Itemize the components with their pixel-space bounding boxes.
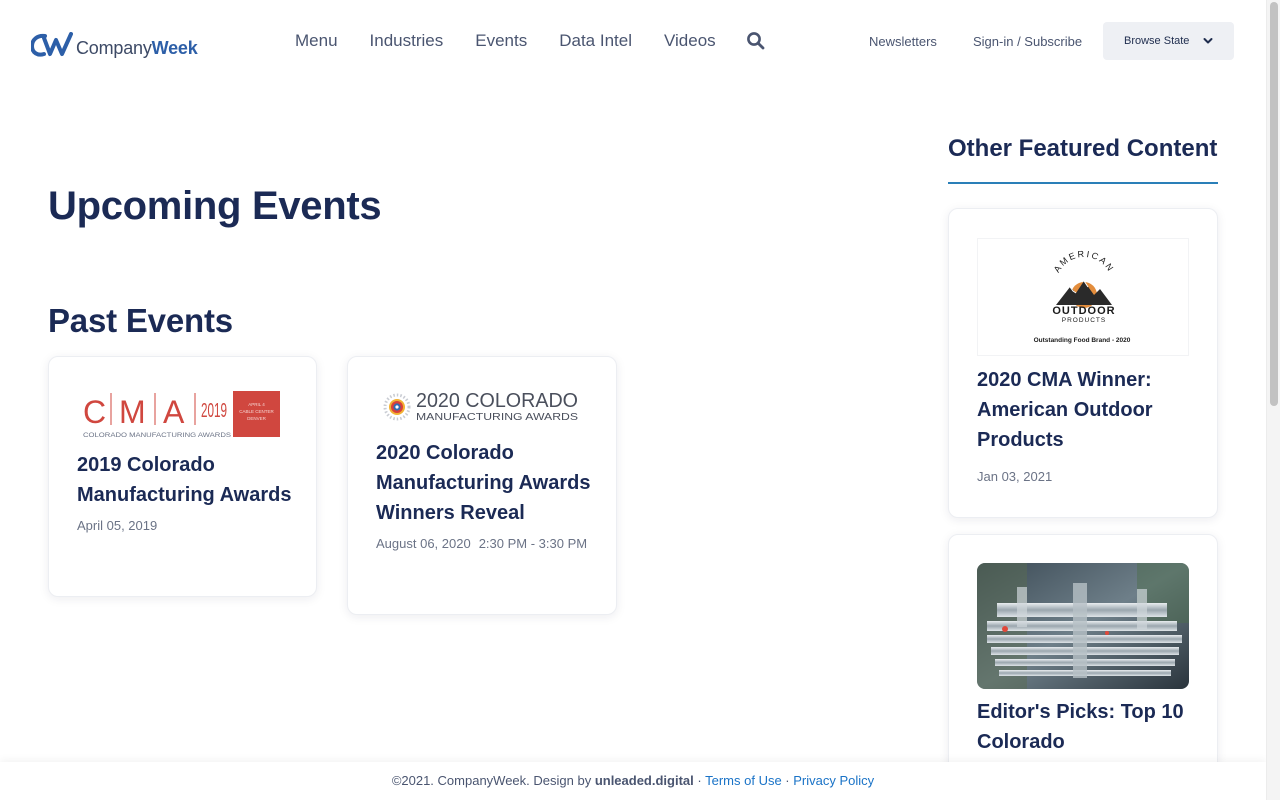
terms-of-use-link[interactable]: Terms of Use: [705, 773, 782, 788]
footer-copyright: ©2021. CompanyWeek. Design by: [391, 773, 595, 788]
cma-2020-logo: 2020 COLORADO MANUFACTURING AWARDS: [380, 387, 586, 427]
featured-image[interactable]: AMERICAN OUTDOOR PRODUCTS Outstanding Fo…: [977, 238, 1189, 356]
featured-card[interactable]: Editor's Picks: Top 10 Colorado: [948, 534, 1218, 800]
page-scrollbar[interactable]: [1266, 0, 1280, 800]
newsletters-link[interactable]: Newsletters: [869, 34, 937, 49]
event-card[interactable]: C M A 2019 APRIL 4 CABLE CENTER DENVER C…: [48, 356, 317, 597]
cma-year: 2019: [201, 400, 227, 422]
cma-box-line: CABLE CENTER: [239, 409, 274, 414]
cma-2020-line2: MANUFACTURING AWARDS: [416, 412, 578, 423]
browse-state-label: Browse State: [1124, 35, 1190, 47]
sidebar-divider: [948, 182, 1218, 184]
featured-title[interactable]: 2020 CMA Winner: American Outdoor Produc…: [977, 365, 1197, 455]
event-time: 2:30 PM - 3:30 PM: [478, 536, 588, 551]
cma-letter-a: A: [163, 394, 185, 430]
cma-2020-line1: 2020 COLORADO: [416, 390, 578, 412]
featured-title[interactable]: Editor's Picks: Top 10 Colorado: [977, 697, 1197, 757]
site-logo[interactable]: CompanyWeek: [31, 28, 198, 58]
search-icon[interactable]: [746, 31, 766, 51]
browse-state-dropdown[interactable]: Browse State: [1103, 22, 1234, 60]
upcoming-events-heading: Upcoming Events: [48, 184, 382, 228]
american-outdoor-logo: AMERICAN OUTDOOR PRODUCTS Outstanding Fo…: [1034, 249, 1131, 344]
event-title[interactable]: 2020 Colorado Manufacturing Awards Winne…: [376, 438, 596, 528]
privacy-policy-link[interactable]: Privacy Policy: [793, 773, 874, 788]
site-footer: ©2021. CompanyWeek. Design by unleaded.d…: [0, 762, 1266, 800]
nav-industries[interactable]: Industries: [370, 30, 444, 52]
logo-arc-text: AMERICAN: [1052, 249, 1117, 274]
nav-data-intel[interactable]: Data Intel: [559, 30, 632, 52]
logo-caption: Outstanding Food Brand - 2020: [1034, 337, 1131, 344]
event-date: April 05, 2019: [77, 518, 158, 533]
cw-logo-mark-icon: [31, 32, 73, 57]
cma-2019-logo: C M A 2019 APRIL 4 CABLE CENTER DENVER C…: [77, 387, 289, 439]
cma-letter-c: C: [83, 394, 106, 430]
logo-word-2: PRODUCTS: [1062, 317, 1106, 324]
nav-events[interactable]: Events: [475, 30, 527, 52]
footer-separator: ·: [781, 773, 794, 788]
cma-caption: COLORADO MANUFACTURING AWARDS: [83, 432, 232, 439]
event-title[interactable]: 2019 Colorado Manufacturing Awards: [77, 450, 292, 510]
machining-photo: [977, 563, 1189, 689]
cma-2020-logo-graphic: 2020 COLORADO MANUFACTURING AWARDS: [383, 390, 578, 423]
signin-subscribe-link[interactable]: Sign-in / Subscribe: [973, 34, 1082, 49]
chevron-down-icon: [1203, 38, 1213, 44]
past-events-heading: Past Events: [48, 302, 233, 339]
featured-card[interactable]: AMERICAN OUTDOOR PRODUCTS Outstanding Fo…: [948, 208, 1218, 518]
nav-videos[interactable]: Videos: [664, 30, 716, 52]
site-header: CompanyWeek Menu Industries Events Data …: [0, 0, 1266, 84]
featured-date: Jan 03, 2021: [977, 469, 1053, 484]
nav-menu[interactable]: Menu: [295, 30, 338, 52]
logo-text: CompanyWeek: [76, 38, 198, 58]
event-date: August 06, 2020 2:30 PM - 3:30 PM: [376, 536, 588, 551]
cma-2019-logo-graphic: C M A 2019 APRIL 4 CABLE CENTER DENVER C…: [83, 391, 280, 439]
featured-image[interactable]: [977, 563, 1189, 689]
footer-designer-link[interactable]: unleaded.digital: [595, 773, 694, 788]
cma-date-box: [233, 391, 280, 437]
sidebar-heading: Other Featured Content: [948, 135, 1218, 162]
cma-letter-m: M: [119, 394, 146, 430]
cma-box-line: DENVER: [247, 416, 267, 421]
starburst-icon: [383, 393, 411, 421]
main-nav: Menu Industries Events Data Intel Videos: [295, 30, 766, 52]
cma-box-line: APRIL 4: [248, 402, 265, 407]
event-card[interactable]: 2020 COLORADO MANUFACTURING AWARDS 2020 …: [347, 356, 617, 615]
scrollbar-thumb[interactable]: [1270, 2, 1278, 406]
footer-separator: ·: [693, 773, 706, 788]
logo-word-1: OUTDOOR: [1052, 305, 1115, 317]
